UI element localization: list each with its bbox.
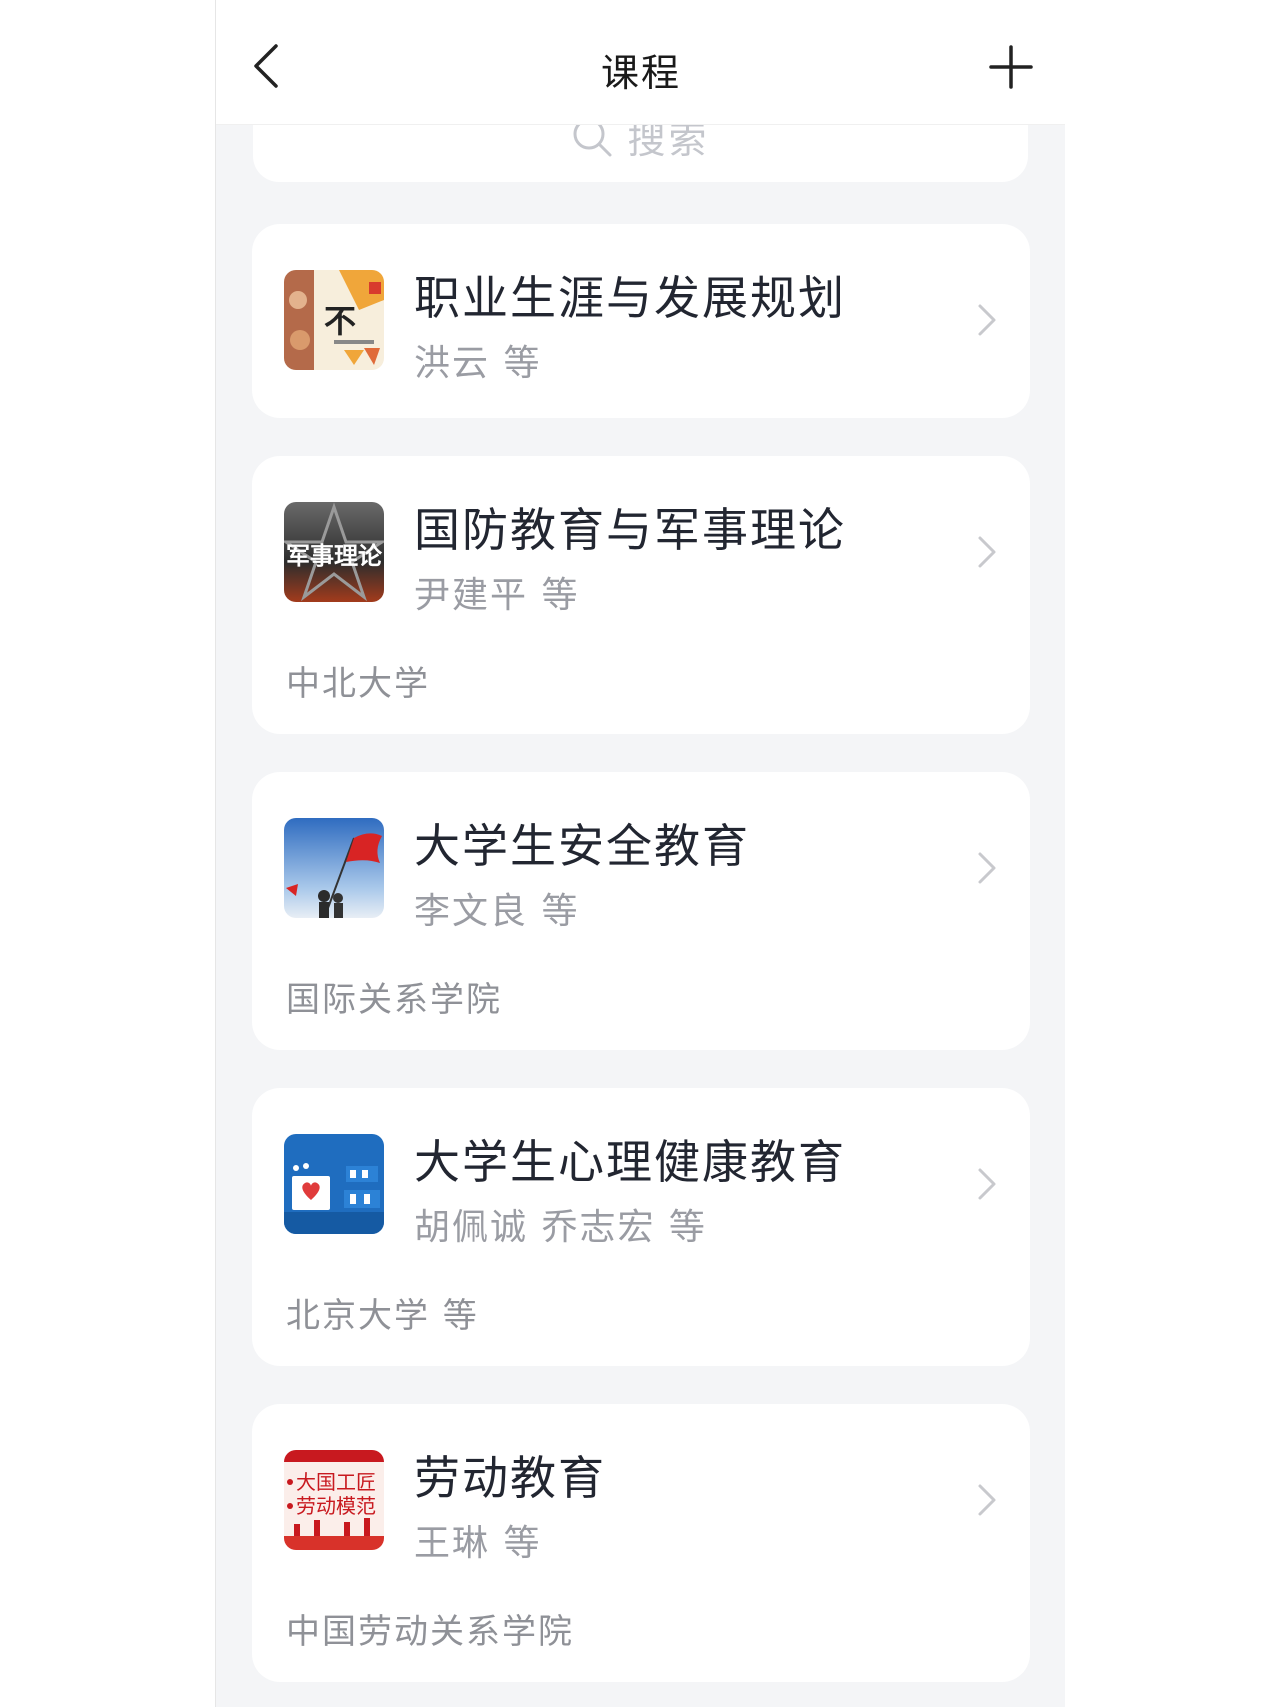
course-teachers: 尹建平 等 xyxy=(414,575,580,616)
course-title: 劳动教育 xyxy=(414,1451,606,1505)
chevron-right-icon xyxy=(978,1484,996,1516)
course-title: 大学生安全教育 xyxy=(414,819,750,873)
course-teachers: 王琳 等 xyxy=(414,1523,542,1564)
course-school: 中北大学 xyxy=(286,664,430,704)
course-card[interactable]: 大学生心理健康教育 胡佩诚 乔志宏 等 北京大学 等 xyxy=(252,1088,1030,1366)
course-card[interactable]: 大国工匠 劳动模范 劳动教育 王琳 等 中国劳动关系学院 xyxy=(252,1404,1030,1682)
course-teachers: 李文良 等 xyxy=(414,891,580,932)
course-cover-image xyxy=(284,818,384,918)
chevron-right-icon xyxy=(978,852,996,884)
course-teachers: 胡佩诚 乔志宏 等 xyxy=(414,1207,707,1248)
cover-caption: 军事理论 xyxy=(286,541,383,570)
course-school: 中国劳动关系学院 xyxy=(286,1612,574,1652)
course-title: 国防教育与军事理论 xyxy=(414,503,846,557)
add-course-button[interactable] xyxy=(986,42,1036,92)
svg-text:不: 不 xyxy=(324,302,356,340)
course-cover-image: 不 xyxy=(284,270,384,370)
app-screen: 课程 搜索 不 职业生涯与发展规划 洪云 等 军事理论 国防教育与军事理论 尹建… xyxy=(215,0,1065,1707)
course-list: 不 职业生涯与发展规划 洪云 等 军事理论 国防教育与军事理论 尹建平 等 中北… xyxy=(252,224,1030,1707)
course-title: 大学生心理健康教育 xyxy=(414,1135,846,1189)
course-cover-image: 大国工匠 劳动模范 xyxy=(284,1450,384,1550)
course-card[interactable]: 军事理论 国防教育与军事理论 尹建平 等 中北大学 xyxy=(252,456,1030,734)
course-card[interactable]: 不 职业生涯与发展规划 洪云 等 xyxy=(252,224,1030,418)
course-cover-image xyxy=(284,1134,384,1234)
page-title: 课程 xyxy=(600,51,681,95)
course-teachers: 洪云 等 xyxy=(414,343,542,384)
course-school: 国际关系学院 xyxy=(286,980,502,1020)
cover-caption: 劳动模范 xyxy=(296,1494,376,1518)
chevron-right-icon xyxy=(978,1168,996,1200)
plus-icon xyxy=(989,45,1033,89)
cover-caption: 大国工匠 xyxy=(296,1470,376,1494)
course-school: 北京大学 等 xyxy=(286,1296,479,1336)
chevron-right-icon xyxy=(978,304,996,336)
course-cover-image: 军事理论 xyxy=(284,502,384,602)
course-card[interactable]: 大学生安全教育 李文良 等 国际关系学院 xyxy=(252,772,1030,1050)
course-title: 职业生涯与发展规划 xyxy=(414,271,846,325)
nav-bar: 课程 xyxy=(216,0,1065,125)
chevron-right-icon xyxy=(978,536,996,568)
